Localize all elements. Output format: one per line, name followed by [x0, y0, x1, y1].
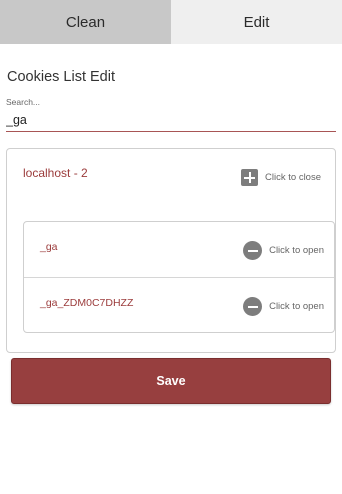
minus-circle-icon[interactable] [243, 297, 263, 316]
tab-clean[interactable]: Clean [0, 0, 171, 44]
open-cookie-button[interactable]: Click to open [243, 297, 324, 316]
tab-edit[interactable]: Edit [171, 0, 342, 44]
list-item: _ga Click to open [24, 222, 334, 278]
cookie-list: _ga Click to open _ga_ZDM0C7DHZZ Click t… [23, 221, 335, 333]
search-field: Search... [6, 97, 336, 132]
close-domain-button[interactable]: Click to close [241, 169, 321, 186]
minus-circle-icon[interactable] [243, 241, 263, 260]
page-title: Cookies List Edit [7, 69, 115, 85]
tab-bar: Clean Edit [0, 0, 342, 44]
save-button[interactable]: Save [11, 358, 331, 404]
plus-square-icon[interactable] [241, 169, 259, 186]
domain-card: localhost - 2 Click to close _ga Click t… [6, 148, 336, 353]
open-cookie-button[interactable]: Click to open [243, 241, 324, 260]
search-input[interactable] [6, 113, 336, 127]
domain-title: localhost - 2 [23, 166, 88, 180]
cookie-name: _ga_ZDM0C7DHZZ [40, 297, 134, 309]
search-label: Search... [6, 97, 41, 107]
cookie-name: _ga [40, 241, 58, 253]
list-item: _ga_ZDM0C7DHZZ Click to open [24, 278, 334, 334]
open-cookie-label: Click to open [269, 245, 324, 256]
open-cookie-label: Click to open [269, 301, 324, 312]
close-domain-label: Click to close [265, 172, 321, 183]
